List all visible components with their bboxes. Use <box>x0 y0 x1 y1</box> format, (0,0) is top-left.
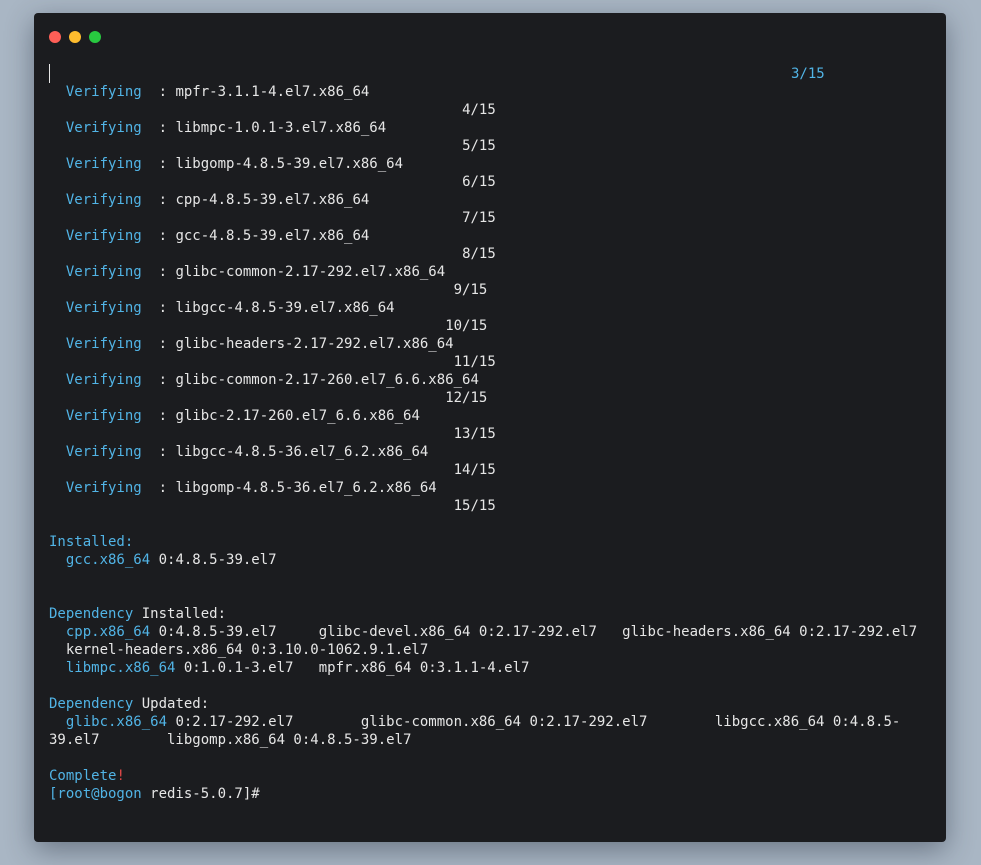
verify-package: glibc-common-2.17-260.el7_6.6.x86_64 <box>175 372 479 388</box>
verify-label: Verifying <box>65 228 142 244</box>
verify-line: Verifying : mpfr-3.1.1-4.el7.x86_64 <box>65 84 370 100</box>
verify-package: gcc-4.8.5-39.el7.x86_64 <box>175 228 370 244</box>
terminal-window: 3/15 Verifying : mpfr-3.1.1-4.el7.x86_64… <box>34 13 946 842</box>
progress-counter: 3/15 <box>791 66 825 82</box>
verify-package: libgomp-4.8.5-39.el7.x86_64 <box>175 156 404 172</box>
verify-line: Verifying : glibc-2.17-260.el7_6.6.x86_6… <box>65 408 420 424</box>
verify-line: Verifying : libgomp-4.8.5-36.el7_6.2.x86… <box>65 480 437 496</box>
verify-package: mpfr-3.1.1-4.el7.x86_64 <box>175 84 370 100</box>
verify-line: Verifying : libgcc-4.8.5-36.el7_6.2.x86_… <box>65 444 429 460</box>
installed-line: gcc.x86_64 0:4.8.5-39.el7 <box>49 551 277 569</box>
verify-label: Verifying <box>65 120 142 136</box>
verify-line: Verifying : gcc-4.8.5-39.el7.x86_64 <box>65 228 370 244</box>
verify-package: cpp-4.8.5-39.el7.x86_64 <box>175 192 370 208</box>
dep-updated-header: Dependency Updated: <box>49 695 209 713</box>
shell-prompt[interactable]: [root@bogon redis-5.0.7]# <box>49 785 260 803</box>
verify-count: 15/15 <box>453 498 496 514</box>
verify-label: Verifying <box>65 156 142 172</box>
terminal-output[interactable]: 3/15 Verifying : mpfr-3.1.1-4.el7.x86_64… <box>34 13 946 842</box>
verify-line: Verifying : glibc-common-2.17-260.el7_6.… <box>65 372 479 388</box>
verify-line: Verifying : libgomp-4.8.5-39.el7.x86_64 <box>65 156 404 172</box>
verify-label: Verifying <box>65 408 142 424</box>
dep-installed-pkg-libmpc: libmpc.x86_64 <box>65 660 176 676</box>
dep-installed-kw: Dependency <box>49 606 134 622</box>
verify-count: 5/15 <box>462 138 496 154</box>
dep-installed-line-3: libmpc.x86_64 0:1.0.1-3.el7 mpfr.x86_64 … <box>49 659 530 677</box>
verify-package: libgcc-4.8.5-36.el7_6.2.x86_64 <box>175 444 429 460</box>
prompt-user-host: [root@bogon <box>49 786 142 802</box>
verify-label: Verifying <box>65 336 142 352</box>
dep-installed-header: Dependency Installed: <box>49 605 226 623</box>
verify-count: 7/15 <box>462 210 496 226</box>
installed-ver: 0:4.8.5-39.el7 <box>150 552 277 568</box>
dep-installed-line-1: cpp.x86_64 0:4.8.5-39.el7 glibc-devel.x8… <box>49 623 917 641</box>
dep-installed-rest: Installed: <box>133 606 227 622</box>
verify-line: Verifying : cpp-4.8.5-39.el7.x86_64 <box>65 192 370 208</box>
dep-installed-line-1-rest: 0:4.8.5-39.el7 glibc-devel.x86_64 0:2.17… <box>150 624 918 640</box>
verify-package: libgcc-4.8.5-39.el7.x86_64 <box>175 300 395 316</box>
verify-label: Verifying <box>65 372 142 388</box>
verify-package: libmpc-1.0.1-3.el7.x86_64 <box>175 120 387 136</box>
verify-package: glibc-common-2.17-292.el7.x86_64 <box>175 264 446 280</box>
installed-header: Installed: <box>49 534 134 550</box>
complete-bang: ! <box>116 768 125 784</box>
verify-line: Verifying : libmpc-1.0.1-3.el7.x86_64 <box>65 120 387 136</box>
verify-label: Verifying <box>65 264 142 280</box>
text-cursor <box>49 64 50 83</box>
complete-line: Complete! <box>49 767 125 785</box>
verify-package: glibc-2.17-260.el7_6.6.x86_64 <box>175 408 420 424</box>
verify-count: 6/15 <box>462 174 496 190</box>
prompt-dir: redis-5.0.7]# <box>141 786 260 802</box>
dep-updated-line-1: glibc.x86_64 0:2.17-292.el7 glibc-common… <box>49 713 900 731</box>
verify-package: glibc-headers-2.17-292.el7.x86_64 <box>175 336 454 352</box>
verify-label: Verifying <box>65 444 142 460</box>
verify-count: 12/15 <box>445 390 488 406</box>
complete-word: Complete <box>49 768 117 784</box>
dep-installed-pkg-cpp: cpp.x86_64 <box>65 624 151 640</box>
dep-updated-line-2: 39.el7 libgomp.x86_64 0:4.8.5-39.el7 <box>49 732 412 748</box>
verify-count: 9/15 <box>453 282 488 298</box>
dep-updated-line-1-rest: 0:2.17-292.el7 glibc-common.x86_64 0:2.1… <box>167 714 901 730</box>
verify-count: 11/15 <box>453 354 496 370</box>
verify-package: libgomp-4.8.5-36.el7_6.2.x86_64 <box>175 480 437 496</box>
verify-line: Verifying : glibc-headers-2.17-292.el7.x… <box>65 336 454 352</box>
verify-count: 10/15 <box>445 318 488 334</box>
dep-updated-kw: Dependency <box>49 696 134 712</box>
dep-updated-rest: Updated: <box>133 696 210 712</box>
verify-count: 13/15 <box>453 426 496 442</box>
verify-label: Verifying <box>65 192 142 208</box>
verify-label: Verifying <box>65 480 142 496</box>
verify-count: 4/15 <box>462 102 496 118</box>
verify-count: 14/15 <box>453 462 496 478</box>
verify-count: 8/15 <box>462 246 496 262</box>
verify-line: Verifying : libgcc-4.8.5-39.el7.x86_64 <box>65 300 395 316</box>
dep-updated-pkg-glibc: glibc.x86_64 <box>65 714 168 730</box>
installed-pkg: gcc.x86_64 <box>65 552 151 568</box>
dep-installed-line-3-rest: 0:1.0.1-3.el7 mpfr.x86_64 0:3.1.1-4.el7 <box>175 660 530 676</box>
verify-line: Verifying : glibc-common-2.17-292.el7.x8… <box>65 264 446 280</box>
verify-label: Verifying <box>65 300 142 316</box>
dep-installed-line-2: kernel-headers.x86_64 0:3.10.0-1062.9.1.… <box>49 642 429 658</box>
verify-label: Verifying <box>65 84 142 100</box>
